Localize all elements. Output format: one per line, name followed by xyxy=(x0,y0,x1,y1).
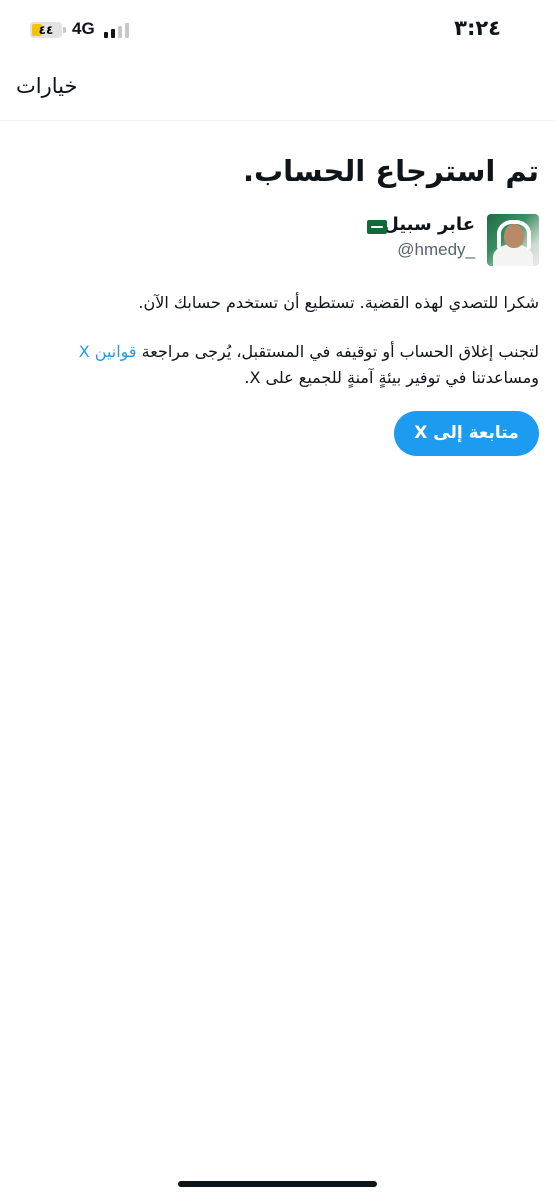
home-indicator[interactable] xyxy=(178,1181,377,1187)
signal-bar xyxy=(118,26,122,38)
confirmation-text: شكرا للتصدي لهذه القضية. تستطيع أن تستخد… xyxy=(138,293,539,312)
page-title: تم استرجاع الحساب. xyxy=(242,154,539,188)
account-handle: @hmedy_ xyxy=(397,240,475,259)
x-rules-link[interactable]: قوانين X xyxy=(79,342,137,361)
avatar[interactable] xyxy=(487,214,539,266)
status-time: ٣:٢٤ xyxy=(454,16,501,40)
battery-icon: ٤٤ xyxy=(30,22,62,38)
signal-bar xyxy=(111,29,115,38)
account-display-name: عابر سبيل xyxy=(383,214,475,235)
signal-bar xyxy=(125,23,129,38)
header-divider xyxy=(0,120,555,121)
battery-tip-icon xyxy=(63,27,66,33)
rules-text: لتجنب إغلاق الحساب أو توقيفه في المستقبل… xyxy=(16,339,539,391)
signal-bar xyxy=(104,32,108,38)
signal-icon xyxy=(104,22,134,38)
battery-level: ٤٤ xyxy=(38,23,54,37)
options-button[interactable]: خيارات xyxy=(16,74,77,98)
rules-text-end: ومساعدتنا في توفير بيئةٍ آمنةٍ للجميع عل… xyxy=(244,368,539,387)
rules-text-start: لتجنب إغلاق الحساب أو توقيفه في المستقبل… xyxy=(136,342,539,361)
continue-to-x-button[interactable]: متابعة إلى X xyxy=(394,411,539,456)
saudi-flag-icon xyxy=(367,220,387,234)
network-type: 4G xyxy=(72,19,95,38)
avatar-figure-headwear xyxy=(497,220,531,250)
